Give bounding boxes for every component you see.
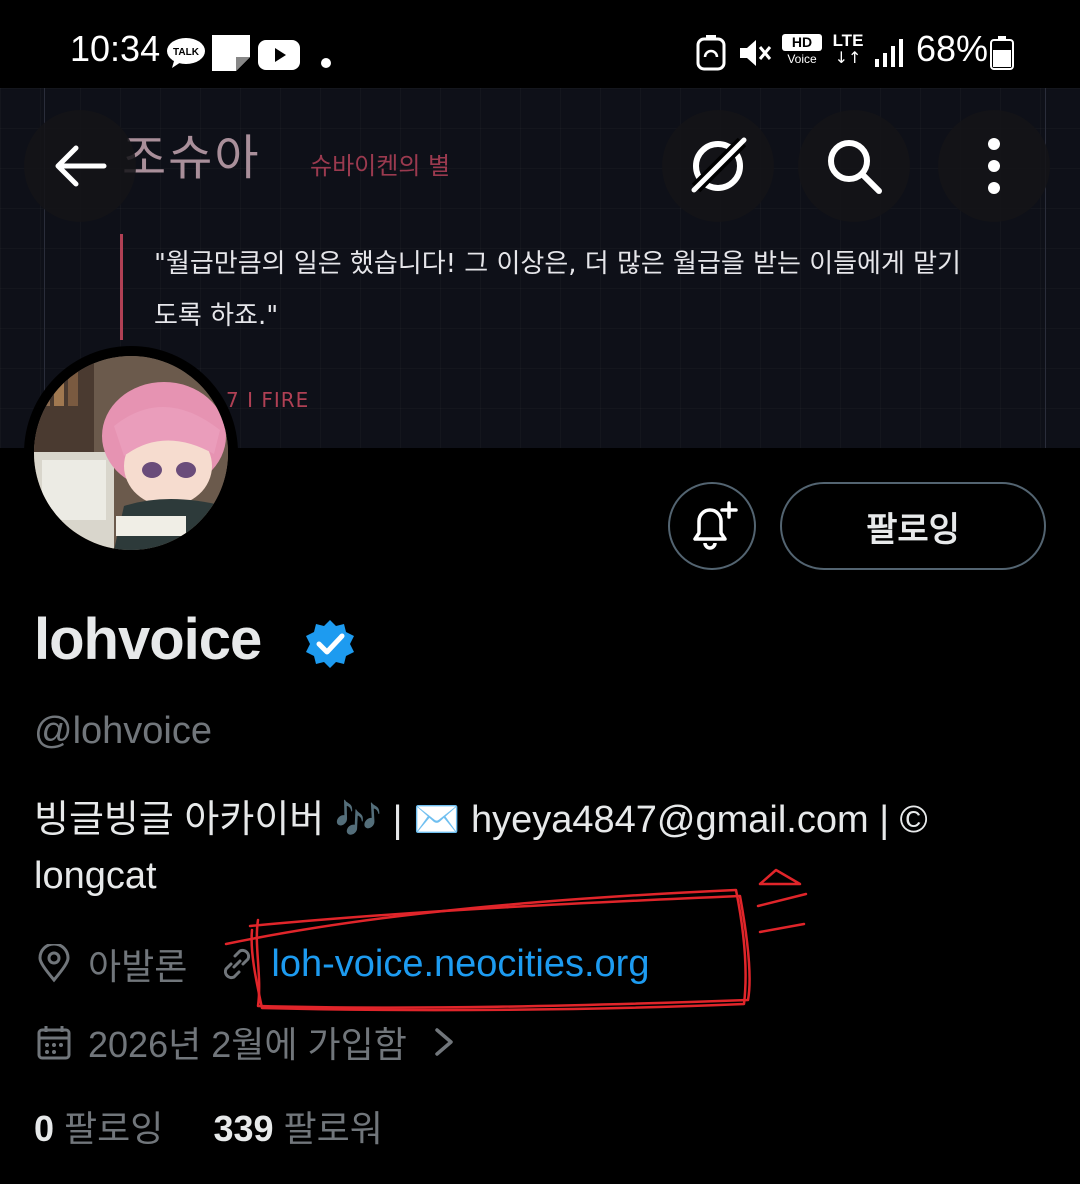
more-vertical-icon xyxy=(988,138,1000,194)
svg-text:TALK: TALK xyxy=(173,47,200,58)
back-button[interactable] xyxy=(24,110,136,222)
link-icon xyxy=(224,948,251,980)
grok-button[interactable] xyxy=(662,110,774,222)
banner-title: 조슈아 xyxy=(122,130,261,186)
avatar[interactable] xyxy=(24,346,238,560)
battery-icon xyxy=(990,36,1014,70)
bio-line-1: 빙글빙글 아카이버 🎶 | ✉️ hyeya4847@gmail.com | © xyxy=(34,799,928,841)
hd-voice-icon: HD Voice xyxy=(782,34,822,68)
followers-label: 팔로워 xyxy=(283,1108,383,1149)
location-website-row: 아발론 loh-voice.neocities.org xyxy=(34,938,649,990)
calendar-icon xyxy=(37,1026,71,1060)
banner-quote-bar xyxy=(120,234,123,340)
banner-tag: 7 I FIRE xyxy=(226,388,310,412)
banner-subtitle: 슈바이켄의 별 xyxy=(310,152,451,180)
signal-icon xyxy=(875,39,903,67)
grok-icon xyxy=(691,137,747,193)
location-text: 아발론 xyxy=(88,946,188,987)
following-label: 팔로잉 xyxy=(64,1108,164,1149)
following-count-link[interactable]: 0 팔로잉 xyxy=(34,1108,173,1149)
handle: @lohvoice xyxy=(34,710,212,752)
avatar-image xyxy=(34,356,228,550)
follow-counts: 0 팔로잉 339 팔로워 xyxy=(34,1100,383,1152)
dot-icon xyxy=(321,58,331,68)
following-button[interactable]: 팔로잉 xyxy=(780,482,1046,570)
following-count: 0 xyxy=(34,1108,55,1149)
bell-plus-icon xyxy=(693,501,738,550)
chevron-right-icon[interactable] xyxy=(429,1022,459,1062)
talk-icon: TALK xyxy=(167,38,205,68)
battery-percent: 68% xyxy=(916,28,989,69)
website-link[interactable]: loh-voice.neocities.org xyxy=(271,943,649,986)
lte-icon: LTE ↓↑ xyxy=(832,31,864,67)
recycle-icon xyxy=(696,35,726,71)
status-time: 10:34 xyxy=(70,28,161,69)
join-date-text: 2026년 2월에 가입함 xyxy=(88,1024,407,1065)
join-date-row: 2026년 2월에 가입함 xyxy=(34,1016,459,1068)
banner-quote: "월급만큼의 일은 했습니다! 그 이상은, 더 많은 월급을 받는 이들에게 … xyxy=(154,249,961,331)
more-options-button[interactable] xyxy=(938,110,1050,222)
display-name: lohvoice xyxy=(34,607,262,672)
mute-icon xyxy=(740,40,772,66)
followers-count: 339 xyxy=(213,1108,274,1149)
search-button[interactable] xyxy=(798,110,910,222)
note-icon xyxy=(212,35,250,71)
search-icon xyxy=(828,140,882,194)
profile-screen: 10:34 TALK HD Voice LTE ↓↑ 68% 조슈아 슈바이켄의… xyxy=(0,0,1080,1184)
back-arrow-icon xyxy=(55,145,107,187)
notification-bell-button[interactable] xyxy=(668,482,756,570)
bio: 빙글빙글 아카이버 🎶 | ✉️ hyeya4847@gmail.com | ©… xyxy=(34,792,1034,904)
status-bar: 10:34 TALK HD Voice LTE ↓↑ 68% xyxy=(0,0,1080,88)
followers-count-link[interactable]: 339 팔로워 xyxy=(213,1108,382,1149)
youtube-icon xyxy=(258,40,300,70)
verified-badge-icon[interactable] xyxy=(304,618,356,670)
bio-line-2: longcat xyxy=(34,855,157,897)
location-pin-icon xyxy=(38,944,70,983)
